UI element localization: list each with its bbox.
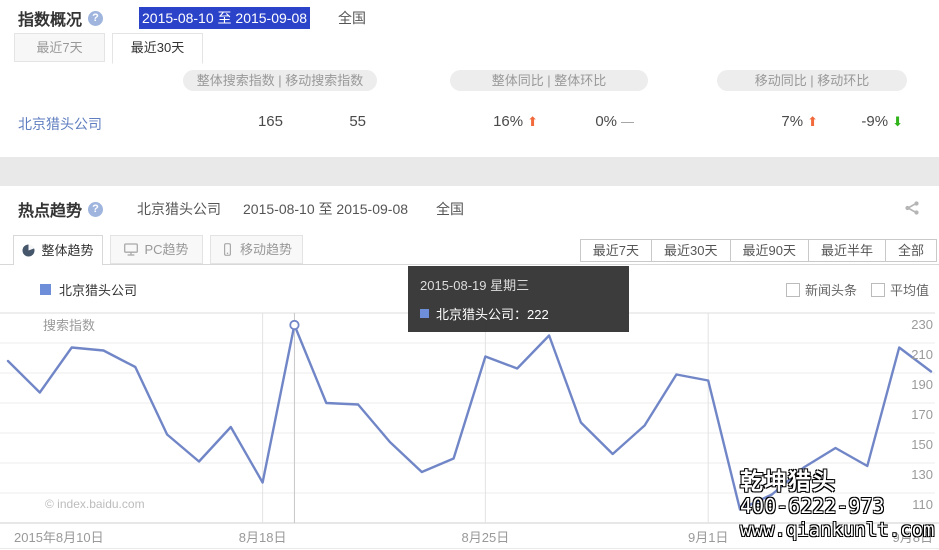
y-tick-label: 210	[911, 347, 933, 362]
mobile-search-index-value: 55	[349, 113, 366, 130]
overview-tabs: 最近7天 最近30天	[14, 33, 210, 64]
y-tick-label: 190	[911, 377, 933, 392]
tooltip-value: 北京猎头公司：222	[436, 307, 549, 322]
desktop-icon	[124, 243, 139, 256]
overview-header: 指数概况 ? 2015-08-10 至 2015-09-08 全国	[18, 6, 366, 30]
trend-flat-icon: —	[621, 114, 634, 129]
trend-region: 全国	[436, 201, 465, 217]
company-watermark: 乾坤猎头 400-6222-973 www.qiankunlt.com	[740, 468, 934, 542]
checkbox-average[interactable]: 平均值	[870, 280, 929, 299]
trend-arrow-icon: ⬆	[807, 114, 818, 129]
trend-arrow-icon: ⬇	[892, 114, 903, 129]
y-tick-label: 230	[911, 317, 933, 332]
tab-label: 移动趋势	[239, 242, 292, 257]
watermark-url: www.qiankunlt.com	[740, 519, 935, 541]
x-tick-label: 9月1日	[688, 530, 728, 545]
tooltip-swatch	[420, 309, 429, 318]
tab-pc-trend[interactable]: PC趋势	[110, 235, 203, 264]
tab-overall-trend[interactable]: 整体趋势	[13, 235, 103, 265]
pie-chart-icon	[22, 244, 36, 257]
y-tick-label: 170	[911, 407, 933, 422]
overview-title: 指数概况	[18, 12, 83, 29]
tab-last-30-days[interactable]: 最近30天	[112, 33, 203, 64]
keyword-link[interactable]: 北京猎头公司	[18, 114, 102, 134]
hover-marker	[289, 319, 300, 331]
mobile-yoy-value: 7%	[781, 113, 804, 130]
overall-mom-value: 0%	[595, 113, 617, 130]
help-icon[interactable]: ?	[88, 10, 104, 26]
mobile-icon	[223, 243, 231, 256]
mobile-yoy-cell: 7% ⬆	[738, 113, 818, 130]
checkbox-icon	[785, 282, 800, 297]
tooltip-series-row: 北京猎头公司：222	[420, 304, 617, 323]
mobile-mom-value: -9%	[861, 113, 889, 130]
range-last-half-year[interactable]: 最近半年	[807, 239, 886, 262]
chart-tooltip: 2015-08-19 星期三 北京猎头公司：222	[408, 266, 629, 332]
y-tick-label: 150	[911, 437, 933, 452]
watermark-phone: 400-6222-973	[740, 494, 885, 518]
legend-item[interactable]: 北京猎头公司	[40, 280, 137, 299]
column-group-search-index[interactable]: 整体搜索指数 | 移动搜索指数	[183, 70, 377, 91]
time-range-group: 最近7天 最近30天 最近90天 最近半年 全部	[579, 239, 937, 262]
baidu-index-page: 指数概况 ? 2015-08-10 至 2015-09-08 全国 最近7天 最…	[0, 0, 939, 550]
checkbox-label: 新闻头条	[804, 283, 857, 298]
trend-arrow-icon: ⬆	[527, 114, 538, 129]
checkbox-icon	[870, 282, 885, 297]
legend-label: 北京猎头公司	[59, 283, 138, 298]
date-range-selected[interactable]: 2015-08-10 至 2015-09-08	[139, 7, 311, 29]
x-tick-label: 2015年8月10日	[14, 530, 104, 545]
overall-yoy-cell: 16% ⬆	[458, 113, 538, 130]
watermark-company: 乾坤猎头	[740, 468, 836, 494]
range-last-90-days[interactable]: 最近90天	[729, 239, 809, 262]
trend-date-range: 2015-08-10 至 2015-09-08	[243, 201, 409, 217]
overall-mom-cell: 0% —	[554, 113, 634, 130]
column-group-overall-compare[interactable]: 整体同比 | 整体环比	[450, 70, 648, 91]
checkbox-label: 平均值	[889, 283, 929, 298]
range-last-30-days[interactable]: 最近30天	[651, 239, 731, 262]
checkbox-news-headlines[interactable]: 新闻头条	[785, 280, 857, 299]
overall-yoy-value: 16%	[493, 113, 524, 130]
overlay-toggles: 新闻头条 平均值	[785, 280, 929, 299]
tab-mobile-trend[interactable]: 移动趋势	[210, 235, 303, 264]
column-group-mobile-compare[interactable]: 移动同比 | 移动环比	[717, 70, 907, 91]
trend-keyword: 北京猎头公司	[137, 201, 222, 217]
mobile-mom-cell: -9% ⬇	[823, 113, 903, 130]
share-icon[interactable]	[903, 199, 921, 222]
help-icon[interactable]: ?	[88, 201, 104, 217]
legend-swatch	[40, 284, 51, 295]
range-last-7-days[interactable]: 最近7天	[579, 239, 653, 262]
region-label[interactable]: 全国	[338, 8, 366, 28]
x-tick-label: 8月25日	[462, 530, 510, 545]
tab-label: 整体趋势	[41, 243, 94, 258]
tooltip-date: 2015-08-19 星期三	[420, 278, 530, 293]
range-all[interactable]: 全部	[884, 239, 937, 262]
tab-last-7-days[interactable]: 最近7天	[14, 33, 105, 62]
tab-label: PC趋势	[144, 242, 189, 257]
trend-header: 热点趋势 ? 北京猎头公司 2015-08-10 至 2015-09-08 全国	[18, 197, 464, 221]
section-separator	[0, 157, 939, 186]
trend-title: 热点趋势	[18, 203, 83, 220]
x-tick-label: 8月18日	[239, 530, 287, 545]
overall-search-index-value: 165	[257, 113, 283, 130]
